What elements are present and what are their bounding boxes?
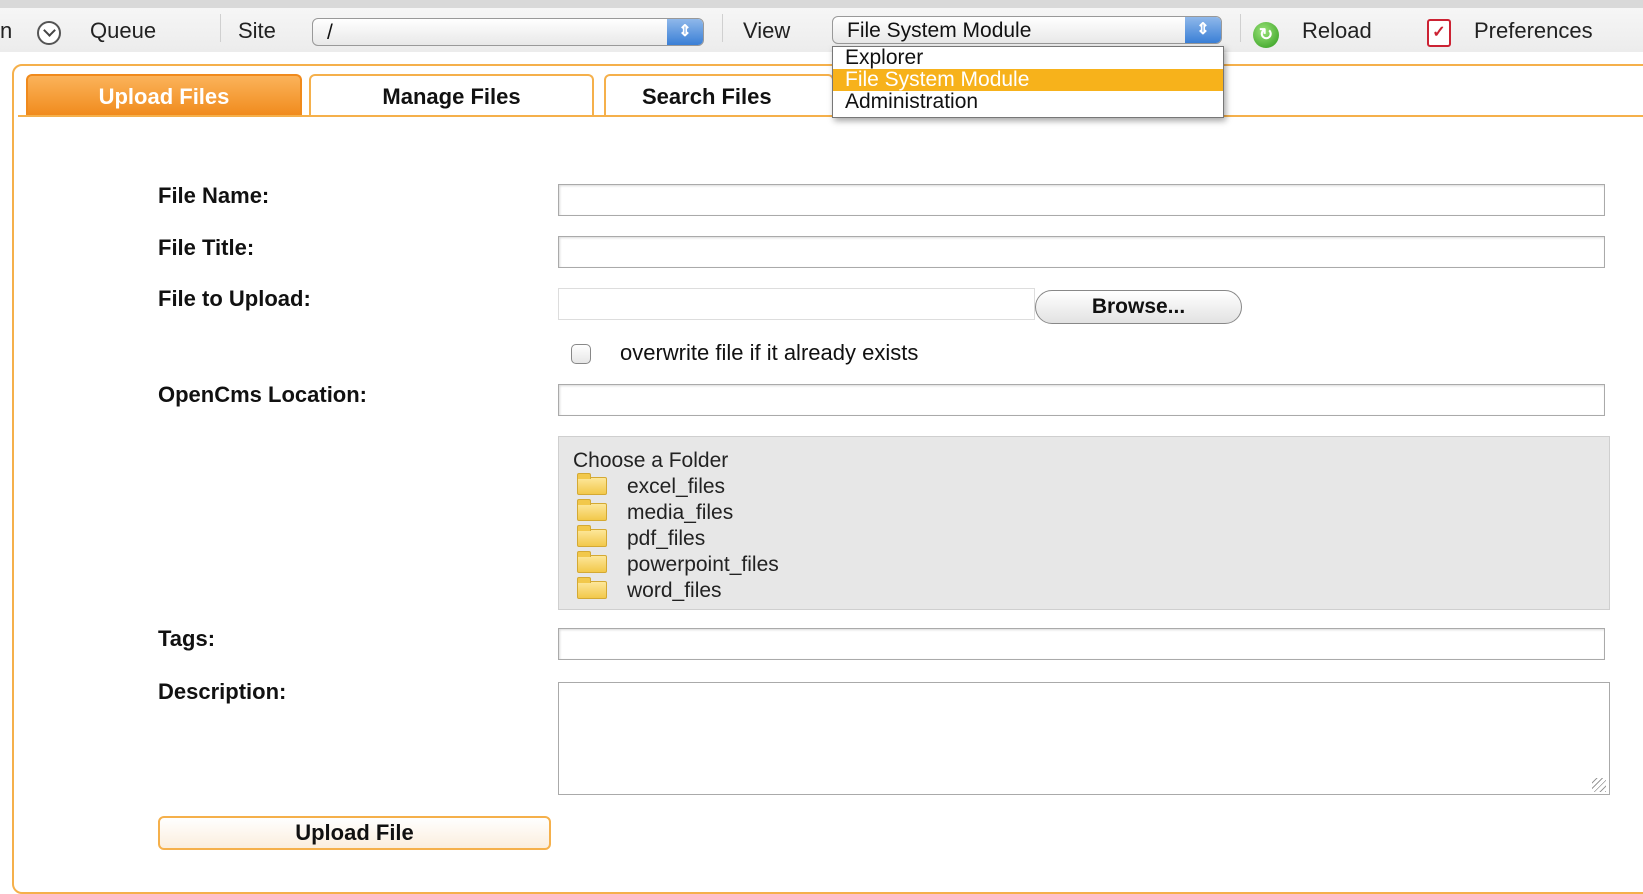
view-label: View — [743, 18, 791, 43]
tab-upload-files[interactable]: Upload Files — [26, 74, 302, 116]
folder-item[interactable]: word_files — [577, 577, 722, 603]
view-select[interactable]: File System Module ⇕ — [832, 16, 1222, 44]
tags-label: Tags: — [158, 626, 216, 651]
queue-button[interactable]: Queue — [90, 18, 156, 44]
folder-chooser: Choose a Folder excel_files media_files … — [558, 436, 1610, 610]
opencms-location-label: OpenCms Location: — [158, 382, 368, 407]
select-arrows-icon: ⇕ — [667, 19, 703, 45]
dropdown-option-file-system-module[interactable]: File System Module — [833, 69, 1223, 91]
toolbar-divider — [220, 14, 221, 42]
resize-grip-icon[interactable] — [1592, 778, 1606, 792]
dropdown-option-administration[interactable]: Administration — [833, 91, 1223, 113]
overwrite-checkbox[interactable] — [571, 344, 591, 364]
preferences-checklist-icon[interactable]: ✓ — [1427, 19, 1451, 47]
reload-button[interactable]: Reload — [1302, 18, 1372, 44]
preferences-button[interactable]: Preferences — [1474, 18, 1593, 44]
dropdown-option-explorer[interactable]: Explorer — [833, 47, 1223, 69]
site-select[interactable]: / ⇕ — [312, 18, 704, 46]
toolbar-divider — [1240, 14, 1241, 42]
folder-item-label: word_files — [627, 579, 722, 602]
folder-item[interactable]: excel_files — [577, 473, 726, 499]
opencms-location-input[interactable] — [558, 384, 1605, 416]
toolbar-divider — [722, 14, 723, 42]
folder-icon — [577, 525, 607, 547]
tags-input[interactable] — [558, 628, 1605, 660]
folder-icon — [577, 551, 607, 573]
browse-button[interactable]: Browse... — [1035, 290, 1242, 324]
description-label: Description: — [158, 679, 287, 704]
file-to-upload-label: File to Upload: — [158, 286, 311, 311]
upload-file-button[interactable]: Upload File — [158, 816, 551, 850]
description-textarea[interactable] — [558, 682, 1610, 795]
reload-icon[interactable]: ↻ — [1253, 22, 1279, 48]
select-arrows-icon: ⇕ — [1185, 17, 1221, 43]
overwrite-checkbox-label: overwrite file if it already exists — [620, 340, 919, 365]
folder-item-label: pdf_files — [627, 527, 706, 550]
file-name-label: File Name: — [158, 183, 270, 208]
truncated-toolbar-label: n — [0, 18, 13, 43]
tab-manage-files[interactable]: Manage Files — [309, 74, 594, 116]
file-path-display — [558, 288, 1035, 320]
file-name-input[interactable] — [558, 184, 1605, 216]
folder-chooser-title: Choose a Folder — [573, 449, 729, 472]
folder-icon — [577, 499, 607, 521]
folder-item-label: excel_files — [627, 475, 726, 498]
site-label: Site — [238, 18, 276, 43]
tab-search-files[interactable]: Search Files — [604, 74, 834, 116]
folder-item-label: media_files — [627, 501, 734, 524]
queue-chevron-icon[interactable] — [37, 21, 61, 45]
file-title-input[interactable] — [558, 236, 1605, 268]
folder-item[interactable]: powerpoint_files — [577, 551, 779, 577]
folder-item[interactable]: pdf_files — [577, 525, 706, 551]
view-dropdown-menu: Explorer File System Module Administrati… — [832, 46, 1224, 118]
top-toolbar: n Queue Site / ⇕ View File System Module… — [0, 0, 1643, 52]
site-select-value: / — [327, 21, 333, 44]
folder-icon — [577, 473, 607, 495]
folder-icon — [577, 577, 607, 599]
file-title-label: File Title: — [158, 235, 255, 260]
folder-item-label: powerpoint_files — [627, 553, 779, 576]
folder-item[interactable]: media_files — [577, 499, 734, 525]
tab-underline — [18, 115, 1643, 117]
view-select-value: File System Module — [847, 19, 1032, 42]
